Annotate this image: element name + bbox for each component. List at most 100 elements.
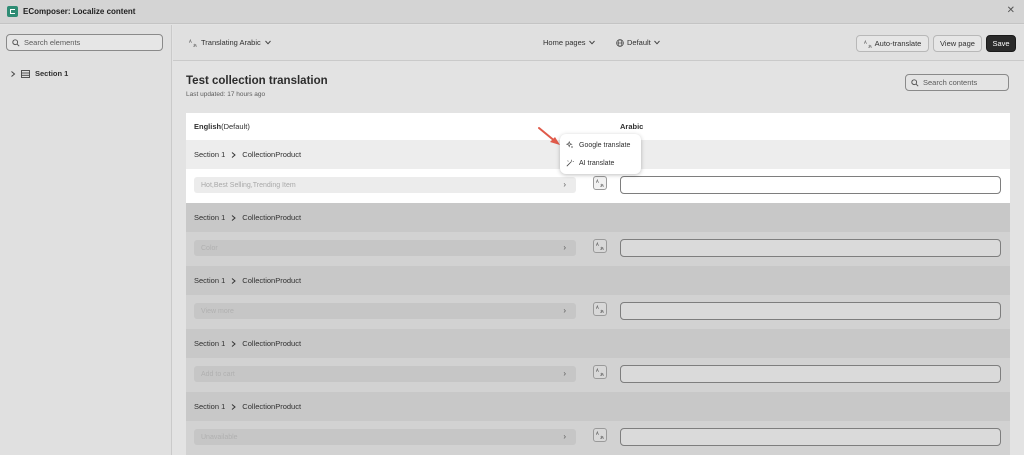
chevron-right-icon[interactable]: › [563, 432, 566, 441]
page-selector[interactable]: Home pages [543, 38, 595, 47]
svg-text:A: A [596, 368, 599, 373]
arabic-input[interactable] [620, 302, 1001, 320]
translate-icon: Aあ [864, 40, 872, 48]
table-row: View more › Aあ [186, 295, 1010, 329]
language-selector[interactable]: Aあ Translating Arabic [189, 38, 271, 47]
source-text-field[interactable]: Unavailable › [194, 429, 576, 445]
annotation-arrow-icon [538, 127, 560, 145]
breadcrumb-component: CollectionProduct [242, 339, 302, 348]
breadcrumb-component: CollectionProduct [242, 150, 302, 159]
translate-icon: Aあ [596, 179, 604, 187]
svg-text:あ: あ [600, 309, 604, 313]
title-bar: EComposer: Localize content ✕ [0, 0, 1024, 24]
source-text: Unavailable [201, 433, 238, 441]
svg-text:A: A [596, 179, 599, 184]
chevron-right-icon [231, 403, 237, 410]
svg-text:A: A [596, 242, 599, 247]
breadcrumb-section: Section 1 [194, 150, 226, 159]
source-text: Add to cart [201, 370, 235, 378]
search-contents-placeholder: Search contents [923, 78, 978, 87]
arabic-input[interactable] [620, 365, 1001, 383]
view-page-label: View page [940, 39, 975, 48]
locale-selector[interactable]: Default [616, 38, 660, 47]
table-row: Unavailable › Aあ [186, 421, 1010, 455]
chevron-right-icon[interactable]: › [563, 369, 566, 378]
translate-icon: Aあ [596, 431, 604, 439]
chevron-right-icon[interactable]: › [563, 243, 566, 252]
menu-item-google-translate[interactable]: Google translate [566, 141, 630, 149]
toolbar: Aあ Translating Arabic Home pages Default… [173, 25, 1024, 61]
arabic-column-header: Arabic [620, 122, 644, 131]
arabic-input[interactable] [620, 239, 1001, 257]
source-text-field[interactable]: Hot,Best Selling,Trending Item › [194, 177, 576, 193]
translation-group: Section 1 CollectionProduct Unavailable … [186, 392, 1010, 455]
breadcrumb-section: Section 1 [194, 213, 226, 222]
svg-text:あ: あ [600, 372, 604, 376]
arabic-input[interactable] [620, 428, 1001, 446]
locale-select-label: Default [627, 38, 651, 47]
globe-icon [616, 38, 624, 47]
menu-item-label: AI translate [579, 159, 615, 167]
source-text: Hot,Best Selling,Trending Item [201, 181, 296, 189]
translate-button[interactable]: Aあ [593, 365, 607, 379]
svg-text:あ: あ [600, 246, 604, 250]
page-title: Test collection translation [186, 75, 328, 87]
breadcrumb-section: Section 1 [194, 276, 226, 285]
translation-group: Section 1 CollectionProduct View more › … [186, 266, 1010, 329]
group-breadcrumb: Section 1 CollectionProduct [186, 266, 1010, 295]
group-breadcrumb: Section 1 CollectionProduct [186, 329, 1010, 358]
breadcrumb-component: CollectionProduct [242, 213, 302, 222]
search-icon [911, 78, 919, 87]
search-contents-input[interactable]: Search contents [905, 74, 1009, 91]
translate-button[interactable]: Aあ [593, 302, 607, 316]
group-breadcrumb: Section 1 CollectionProduct [186, 392, 1010, 421]
svg-text:A: A [864, 40, 867, 45]
save-button[interactable]: Save [986, 35, 1016, 52]
tree-item-label: Section 1 [35, 69, 69, 78]
svg-text:あ: あ [600, 183, 604, 187]
menu-item-ai-translate[interactable]: AI translate [566, 159, 614, 167]
translate-button[interactable]: Aあ [593, 176, 607, 190]
translate-button[interactable]: Aあ [593, 239, 607, 253]
auto-translate-button[interactable]: Aあ Auto-translate [856, 35, 929, 52]
chevron-down-icon [264, 40, 271, 45]
translate-icon: Aあ [596, 368, 604, 376]
tree-item-section-1[interactable]: Section 1 [10, 69, 68, 78]
arabic-input[interactable] [620, 176, 1001, 194]
source-text-field[interactable]: Color › [194, 240, 576, 256]
breadcrumb-section: Section 1 [194, 402, 226, 411]
source-text-field[interactable]: Add to cart › [194, 366, 576, 382]
translate-button[interactable]: Aあ [593, 428, 607, 442]
svg-text:A: A [596, 431, 599, 436]
translate-icon: Aあ [596, 242, 604, 250]
english-column-header: English(Default) [194, 122, 250, 131]
source-text: Color [201, 244, 218, 252]
sidebar: Search elements Section 1 [0, 25, 172, 455]
translation-group: Section 1 CollectionProduct Add to cart … [186, 329, 1010, 392]
chevron-right-icon [231, 340, 237, 347]
chevron-right-icon[interactable]: › [563, 180, 566, 189]
translate-icon: Aあ [189, 39, 197, 47]
source-text: View more [201, 307, 234, 315]
translation-group: Section 1 CollectionProduct Color › Aあ [186, 203, 1010, 266]
view-page-button[interactable]: View page [933, 35, 982, 52]
search-icon [12, 38, 20, 47]
table-row: Color › Aあ [186, 232, 1010, 266]
translate-dropdown-menu: Google translate AI translate [560, 134, 641, 174]
auto-translate-label: Auto-translate [874, 39, 922, 48]
group-breadcrumb: Section 1 CollectionProduct [186, 203, 1010, 232]
search-elements-input[interactable]: Search elements [6, 34, 163, 51]
svg-text:A: A [189, 39, 192, 44]
chevron-right-icon[interactable]: › [563, 306, 566, 315]
breadcrumb-section: Section 1 [194, 339, 226, 348]
source-text-field[interactable]: View more › [194, 303, 576, 319]
menu-item-label: Google translate [579, 141, 631, 149]
chevron-right-icon[interactable] [10, 70, 16, 77]
save-label: Save [992, 39, 1010, 48]
close-icon[interactable]: ✕ [1007, 5, 1015, 16]
language-label: Translating Arabic [201, 38, 261, 47]
section-icon [21, 69, 30, 78]
breadcrumb-component: CollectionProduct [242, 402, 302, 411]
chevron-right-icon [231, 151, 237, 158]
chevron-right-icon [231, 214, 237, 221]
